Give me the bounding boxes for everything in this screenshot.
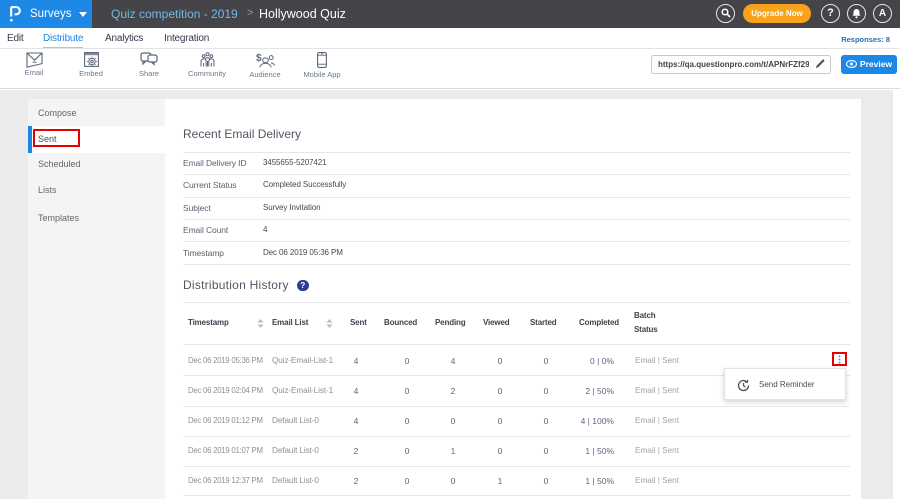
svg-text:$: $ xyxy=(256,53,262,64)
